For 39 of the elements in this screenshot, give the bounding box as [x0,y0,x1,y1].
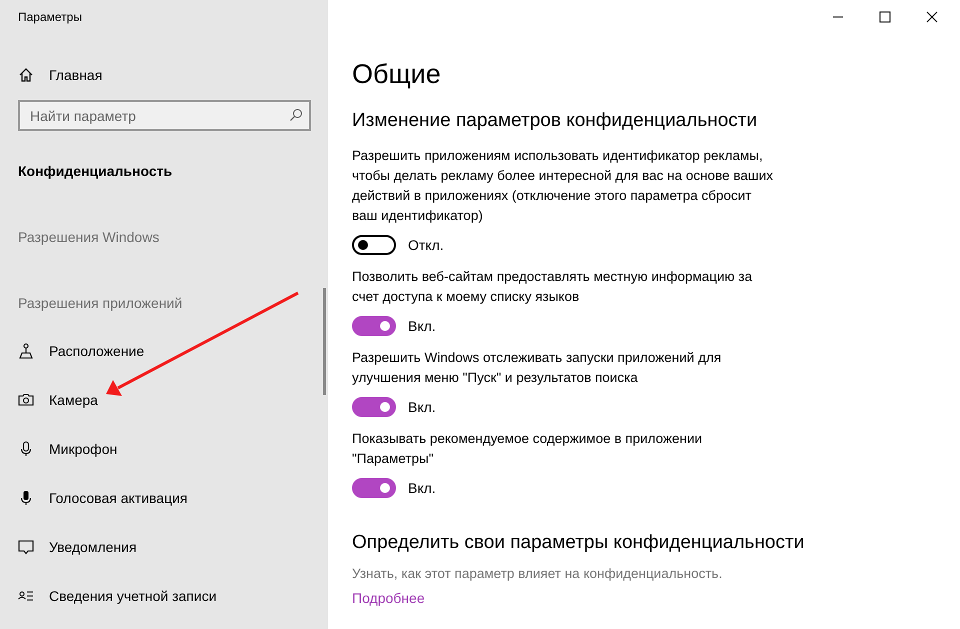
window-title: Параметры [18,10,83,26]
home-link[interactable]: Главная [49,67,102,83]
scrollbar[interactable] [323,288,326,395]
toggle-state: Вкл. [408,399,436,415]
group-heading: Разрешения Windows [18,229,160,245]
maximize-icon[interactable] [879,11,891,23]
section-title: Определить свои параметры конфиденциальности [352,531,804,555]
microphone-icon [18,490,34,506]
location-icon [18,343,34,359]
home-icon [18,67,34,83]
page-title: Общие [352,58,441,90]
sidebar-item[interactable]: Камера [49,392,98,408]
toggle-switch[interactable] [352,397,396,417]
setting-description: Позволить веб-сайтам предоставлять местную информацию за счет доступа к моему списку языков [352,268,754,306]
setting-description: Разрешить Windows отслеживать запуски приложений для улучшения меню "Пуск" и результатов поиска [352,349,722,387]
sidebar-item[interactable]: Сведения учетной записи [49,588,217,604]
toggle-switch[interactable] [352,316,396,336]
toggle-switch[interactable] [352,235,396,255]
toggle-state: Вкл. [408,318,436,334]
section-title: Изменение параметров конфиденциальности [352,109,758,133]
sidebar-item[interactable]: Расположение [49,343,144,359]
more-link[interactable]: Подробнее [352,590,425,606]
setting-description: Показывать рекомендуемое содержимое в приложении "Параметры" [352,430,704,468]
group-heading: Разрешения приложений [18,295,184,311]
toggle-state: Откл. [408,237,444,253]
section-heading: Конфиденциальность [18,163,174,179]
camera-icon [18,392,34,408]
toggle-switch[interactable] [352,478,396,498]
toggle-state: Вкл. [408,480,436,496]
close-icon[interactable] [926,11,938,23]
search-field[interactable]: Найти параметр [18,100,311,131]
sidebar-item[interactable]: Голосовая активация [49,490,188,506]
microphone-icon [18,441,34,457]
message-icon [18,539,34,555]
search-icon [289,108,303,122]
info-text: Узнать, как этот параметр влияет на конфиденциальность. [352,566,722,581]
setting-description: Разрешить приложениям использовать идентификатор рекламы, чтобы делать рекламу более интересной для вас на основе ваших действий в приложениях (отключение этого параметра сбросит ваш идентификатор) [352,147,774,225]
sidebar-item[interactable]: Уведомления [49,539,137,555]
sidebar-item[interactable]: Микрофон [49,441,118,457]
